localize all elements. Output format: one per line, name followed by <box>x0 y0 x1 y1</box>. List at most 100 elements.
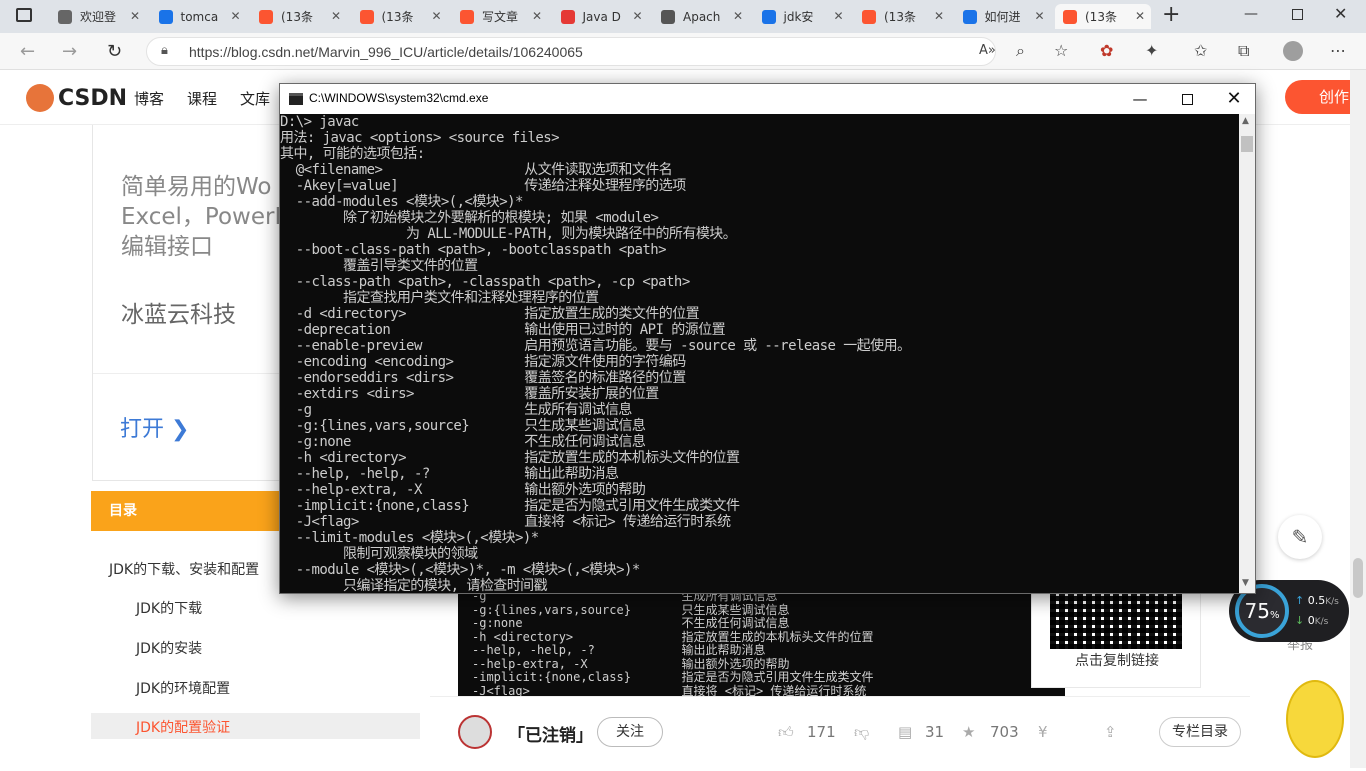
cmd-window[interactable]: C:\WINDOWS\system32\cmd.exe — ✕ D:\> jav… <box>279 83 1256 594</box>
browser-tab[interactable]: (13条 ✕ <box>352 4 448 29</box>
mascot-icon[interactable] <box>1286 680 1344 758</box>
edit-icon[interactable]: ✎ <box>1278 515 1322 559</box>
reward-icon[interactable]: ¥ <box>1038 723 1048 741</box>
favorites-icon[interactable]: ✩ <box>1194 41 1207 60</box>
toc-item[interactable]: JDK的环境配置 <box>136 678 230 698</box>
toc-item[interactable]: JDK的下载、安装和配置 <box>109 559 259 579</box>
tab-favicon-icon <box>1063 9 1077 24</box>
forward-icon[interactable]: → <box>62 41 77 62</box>
minimize-window-button[interactable]: — <box>1244 6 1258 22</box>
toc-item[interactable]: JDK的下载 <box>136 598 202 618</box>
cmd-line: --class-path <path>, -classpath <path>, … <box>280 274 691 290</box>
cmd-line: 指定查找用户类文件和注释处理程序的位置 <box>280 290 599 306</box>
page-scrollbar[interactable] <box>1350 70 1366 768</box>
collections-icon[interactable]: ⧉ <box>1238 41 1249 61</box>
address-bar[interactable]: 🔒︎ https://blog.csdn.net/Marvin_996_ICU/… <box>146 37 996 66</box>
url-text[interactable]: https://blog.csdn.net/Marvin_996_ICU/art… <box>189 44 583 60</box>
ad-open-link[interactable]: 打开 ❯ <box>120 411 189 443</box>
article-image-line: --help, -help, -? 输出此帮助消息 <box>472 643 766 657</box>
nav-courses[interactable]: 课程 <box>187 88 217 109</box>
like-icon[interactable]: 👍︎ <box>778 723 794 742</box>
cmd-line: D:\> javac <box>280 114 359 130</box>
tab-label: 欢迎登 <box>80 10 117 24</box>
tab-label: (13条 <box>1085 10 1117 24</box>
new-tab-button[interactable]: + <box>1162 2 1180 27</box>
cmd-console[interactable]: D:\> javac 用法: javac <options> <source fi… <box>280 114 1239 593</box>
tab-close-icon[interactable]: ✕ <box>934 9 944 23</box>
cmd-icon <box>289 93 303 105</box>
refresh-icon[interactable]: ↻ <box>107 41 122 62</box>
tab-close-icon[interactable]: ✕ <box>632 9 642 23</box>
nav-blog[interactable]: 博客 <box>134 88 164 109</box>
browser-tab[interactable]: 欢迎登 ✕ <box>50 4 146 29</box>
nav-library[interactable]: 文库 <box>240 88 270 109</box>
read-aloud-icon[interactable]: A» <box>979 43 996 58</box>
profile-avatar[interactable] <box>1283 41 1303 61</box>
download-speed: ↓ 0K/s <box>1295 614 1329 627</box>
address-toolbar: ← → ↻ 🔒︎ https://blog.csdn.net/Marvin_99… <box>0 33 1366 70</box>
csdn-logo-icon <box>26 84 54 112</box>
comment-icon[interactable]: ▤ <box>898 723 912 741</box>
tab-close-icon[interactable]: ✕ <box>431 9 441 23</box>
favorite-count: 703 <box>990 723 1019 741</box>
browser-tab[interactable]: 写文章 ✕ <box>452 4 548 29</box>
tab-close-icon[interactable]: ✕ <box>1034 9 1044 23</box>
browser-tab[interactable]: 如何进 ✕ <box>955 4 1051 29</box>
author-name[interactable]: 「已注销」 <box>508 721 593 746</box>
copy-link-label[interactable]: 点击复制链接 <box>1032 650 1202 670</box>
favorite-star-icon[interactable]: ☆ <box>1054 41 1068 60</box>
page-scrollbar-thumb[interactable] <box>1353 558 1363 598</box>
tab-label: 如何进 <box>984 10 1021 24</box>
upload-speed: ↑ 0.5K/s <box>1295 594 1339 607</box>
tab-close-icon[interactable]: ✕ <box>733 9 743 23</box>
browser-tab[interactable]: tomca ✕ <box>151 4 247 29</box>
share-icon[interactable]: ⇪ <box>1104 723 1117 741</box>
cmd-scrollbar-thumb[interactable] <box>1241 136 1253 152</box>
extensions-puzzle-icon[interactable]: ✦ <box>1145 41 1158 60</box>
cmd-title-bar[interactable]: C:\WINDOWS\system32\cmd.exe — ✕ <box>280 84 1255 114</box>
column-toc-button[interactable]: 专栏目录 <box>1159 717 1241 747</box>
tab-close-icon[interactable]: ✕ <box>130 9 140 23</box>
cmd-line: 除了初始模块之外要解析的根模块; 如果 <module> <box>280 210 659 226</box>
browser-tab[interactable]: Java D ✕ <box>553 4 649 29</box>
tab-close-icon[interactable]: ✕ <box>532 9 542 23</box>
close-window-button[interactable]: ✕ <box>1334 4 1347 23</box>
follow-button[interactable]: 关注 <box>597 717 663 747</box>
restore-window-button[interactable] <box>1292 9 1303 20</box>
tab-close-icon[interactable]: ✕ <box>230 9 240 23</box>
browser-tab[interactable]: (13条 ✕ <box>854 4 950 29</box>
browser-tab[interactable]: jdk安 ✕ <box>754 4 850 29</box>
cmd-scrollbar[interactable]: ▲ ▼ <box>1239 114 1255 593</box>
tab-favicon-icon <box>158 9 173 24</box>
toc-item-active[interactable]: JDK的配置验证 <box>136 717 230 737</box>
scroll-up-arrow[interactable]: ▲ <box>1242 116 1249 126</box>
more-menu-icon[interactable]: ⋯ <box>1330 41 1346 60</box>
cmd-line: -implicit:{none,class} 指定是否为隐式引用文件生成类文件 <box>280 498 740 514</box>
cmd-line: -endorseddirs <dirs> 覆盖签名的标准路径的位置 <box>280 370 686 386</box>
tab-close-icon[interactable]: ✕ <box>331 9 341 23</box>
back-icon[interactable]: ← <box>20 41 35 62</box>
browser-tab[interactable]: (13条 ✕ <box>251 4 347 29</box>
toc-item[interactable]: JDK的安装 <box>136 638 202 658</box>
qr-code <box>1050 591 1182 649</box>
extension-icon[interactable]: ✿ <box>1100 41 1113 60</box>
author-avatar[interactable] <box>458 715 492 749</box>
scroll-down-arrow[interactable]: ▼ <box>1242 578 1249 588</box>
tab-close-icon[interactable]: ✕ <box>833 9 843 23</box>
favorite-icon[interactable]: ★ <box>962 723 975 741</box>
tab-actions-icon[interactable] <box>16 8 32 22</box>
dislike-icon[interactable]: 👎︎ <box>854 723 869 742</box>
csdn-logo[interactable]: CSDN <box>26 84 127 112</box>
lock-icon: 🔒︎ <box>161 43 168 58</box>
cmd-line: -g:none 不生成任何调试信息 <box>280 434 646 450</box>
cmd-minimize-button[interactable]: — <box>1117 87 1163 111</box>
cmd-maximize-button[interactable] <box>1164 87 1210 111</box>
zoom-icon[interactable]: ⌕ <box>1016 41 1025 61</box>
browser-tab[interactable]: (13条 ✕ <box>1055 4 1151 29</box>
tab-label: Java D <box>582 9 621 24</box>
article-image-text: -g 生成所有调试信息 -g:{lines,vars,source} 只生成某些调… <box>458 594 1065 696</box>
tab-close-icon[interactable]: ✕ <box>1135 9 1145 23</box>
tab-favicon-icon <box>962 9 977 24</box>
cmd-close-button[interactable]: ✕ <box>1211 87 1257 111</box>
browser-tab[interactable]: Apach ✕ <box>653 4 749 29</box>
